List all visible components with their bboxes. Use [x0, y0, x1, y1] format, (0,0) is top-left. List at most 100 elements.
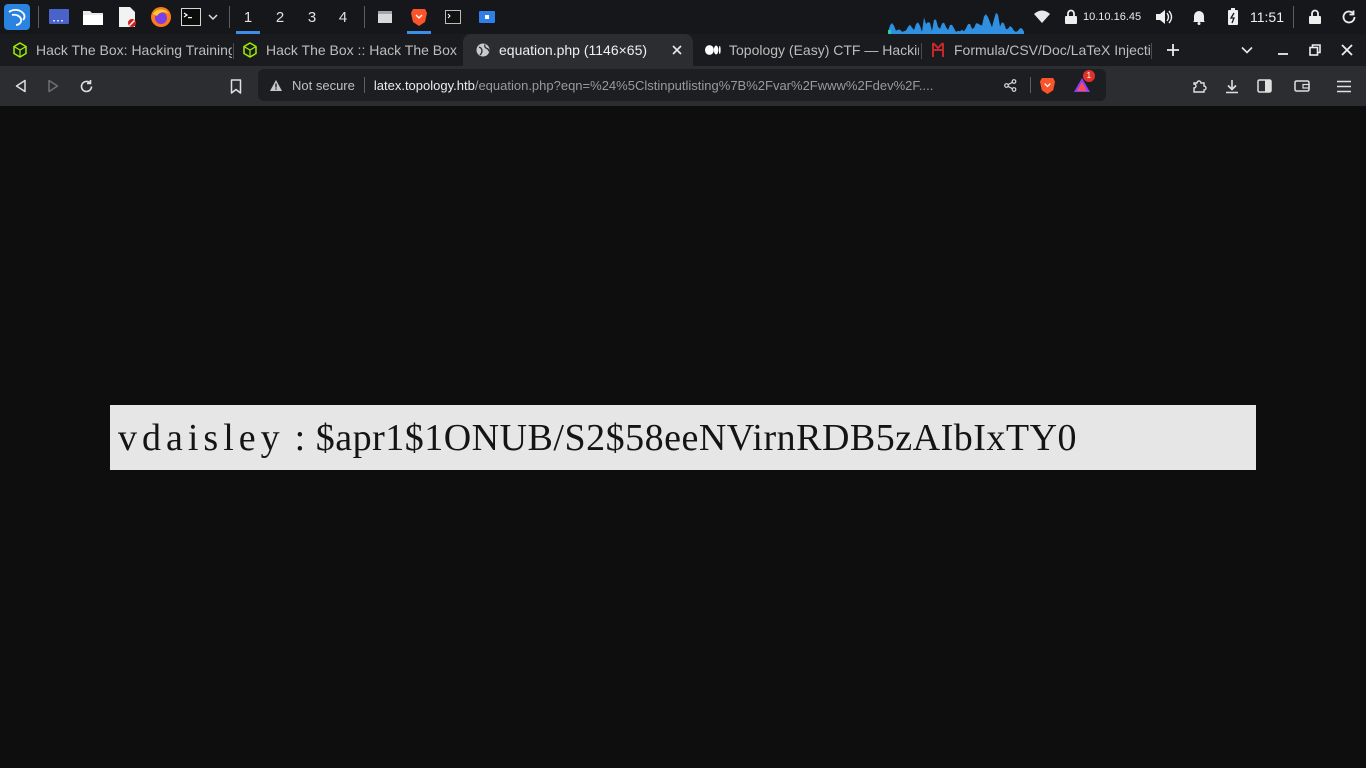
firefox-button[interactable] — [149, 5, 173, 29]
terminal-button[interactable] — [180, 5, 202, 29]
hacktricks-icon — [930, 42, 946, 58]
reload-icon — [80, 79, 92, 92]
puzzle-icon — [1193, 80, 1207, 93]
refresh-power-icon — [1342, 10, 1356, 24]
text-editor-button[interactable] — [115, 5, 139, 29]
main-menu-button[interactable] — [1331, 73, 1357, 99]
battery-charging-icon — [1228, 8, 1238, 25]
tab-title: Topology (Easy) CTF — Hacking — [729, 42, 919, 58]
system-panel: 1 2 3 4 10.10.16.45 11:51 — [0, 0, 1366, 34]
close-icon — [1341, 44, 1353, 56]
leaked-username: vdaisley — [118, 416, 285, 459]
url-host: latex.topology.htb — [373, 77, 475, 93]
htb-cube-icon — [12, 42, 28, 58]
lock-icon — [1309, 9, 1321, 24]
medium-icon — [705, 42, 721, 58]
htb-cube-icon — [242, 42, 258, 58]
taskbar-window-files[interactable] — [374, 5, 396, 29]
session-menu-button[interactable] — [1339, 5, 1359, 29]
maximize-window-button[interactable] — [1302, 38, 1328, 62]
warning-triangle-icon[interactable] — [268, 77, 284, 93]
forward-triangle-icon — [48, 79, 59, 93]
downloads-button[interactable] — [1219, 73, 1245, 99]
wallet-icon — [1294, 80, 1310, 92]
speaker-icon — [1156, 10, 1173, 24]
window-icon — [378, 11, 392, 23]
launcher-dropdown[interactable] — [205, 5, 221, 29]
sidebar-toggle-button[interactable] — [1251, 73, 1277, 99]
workspace-2[interactable]: 2 — [265, 0, 295, 34]
new-tab-button[interactable] — [1160, 38, 1186, 62]
close-icon — [672, 45, 682, 55]
back-triangle-icon — [15, 79, 26, 93]
file-manager-button[interactable] — [81, 5, 105, 29]
text-editor-icon — [119, 7, 136, 27]
sidebar-icon — [1256, 79, 1272, 93]
back-button[interactable] — [8, 73, 34, 99]
page-content: vdaisley: $apr1$1ONUB/S2$58eeNVirnRDB5zAI… — [0, 106, 1366, 768]
chevron-down-icon — [208, 14, 218, 21]
brave-shields-button[interactable] — [1037, 74, 1059, 96]
globe-icon — [475, 42, 491, 58]
lock-screen-button[interactable] — [1305, 5, 1325, 29]
brave-lion-icon — [411, 9, 427, 26]
forward-button[interactable] — [40, 73, 66, 99]
tab-equation-php[interactable]: equation.php (1146×65) — [463, 34, 693, 66]
close-tab-button[interactable] — [667, 40, 687, 60]
vpn-lock-icon — [1065, 9, 1077, 24]
tab-title: Formula/CSV/Doc/LaTeX Injection — [954, 42, 1150, 58]
app-window-icon — [479, 11, 495, 23]
brave-shield-icon — [1040, 77, 1056, 94]
tab-title: Hack The Box :: Hack The Box — [266, 42, 457, 58]
battery-status[interactable] — [1224, 5, 1242, 29]
desktop-icon — [49, 9, 69, 24]
download-icon — [1226, 79, 1238, 93]
share-button[interactable] — [1000, 74, 1022, 96]
workspace-4[interactable]: 4 — [328, 0, 358, 34]
credential-separator: : — [294, 416, 306, 459]
minimize-icon — [1278, 53, 1288, 55]
workspace-3[interactable]: 3 — [297, 0, 327, 34]
volume-control[interactable] — [1154, 5, 1174, 29]
rendered-equation-text: vdaisley: $apr1$1ONUB/S2$58eeNVirnRDB5zAI… — [110, 416, 1077, 460]
tab-topology-medium[interactable]: Topology (Easy) CTF — Hacking — [693, 34, 919, 66]
url-text[interactable]: latex.topology.htb/equation.php?eqn=%24%… — [374, 78, 996, 93]
restore-icon — [1309, 44, 1321, 56]
wifi-icon — [1034, 10, 1050, 23]
workspace-1[interactable]: 1 — [233, 0, 263, 34]
url-path: /equation.php?eqn=%24%5Clstinputlisting%… — [474, 77, 934, 93]
kali-dragon-icon — [4, 4, 30, 30]
bell-icon — [1193, 11, 1205, 25]
security-status-label[interactable]: Not secure — [292, 78, 355, 93]
extensions-button[interactable] — [1187, 73, 1213, 99]
minimize-window-button[interactable] — [1270, 38, 1296, 62]
folder-icon — [83, 11, 103, 25]
clock[interactable]: 11:51 — [1250, 0, 1284, 34]
kali-menu-button[interactable] — [4, 4, 30, 30]
reload-button[interactable] — [73, 73, 99, 99]
terminal-icon — [445, 10, 461, 24]
address-bar[interactable]: Not secure latex.topology.htb/equation.p… — [258, 69, 1106, 101]
vpn-status[interactable] — [1062, 5, 1080, 29]
close-window-button[interactable] — [1334, 38, 1360, 62]
tab-title: Hack The Box: Hacking Training — [36, 42, 232, 58]
plus-icon — [1167, 44, 1179, 56]
brave-rewards-button[interactable]: 1 — [1071, 70, 1095, 96]
rewards-badge: 1 — [1082, 70, 1095, 82]
taskbar-window-app[interactable] — [476, 5, 498, 29]
bookmark-icon — [230, 78, 242, 94]
wallet-button[interactable] — [1289, 73, 1315, 99]
notifications-button[interactable] — [1189, 5, 1209, 29]
tab-htb-main[interactable]: Hack The Box :: Hack The Box — [230, 34, 462, 66]
taskbar-window-brave[interactable] — [407, 5, 431, 34]
tab-search-dropdown[interactable] — [1234, 38, 1260, 62]
tab-title: equation.php (1146×65) — [499, 42, 648, 58]
browser-tab-strip: Hack The Box: Hacking Training Hack The … — [0, 34, 1366, 66]
share-icon — [1004, 78, 1017, 92]
taskbar-window-terminal[interactable] — [442, 5, 464, 29]
tab-htb-training[interactable]: Hack The Box: Hacking Training — [0, 34, 232, 66]
wifi-status[interactable] — [1032, 5, 1052, 29]
tab-hacktricks-latex[interactable]: Formula/CSV/Doc/LaTeX Injection — [918, 34, 1150, 66]
show-desktop-button[interactable] — [47, 5, 71, 29]
bookmark-button[interactable] — [223, 73, 249, 99]
